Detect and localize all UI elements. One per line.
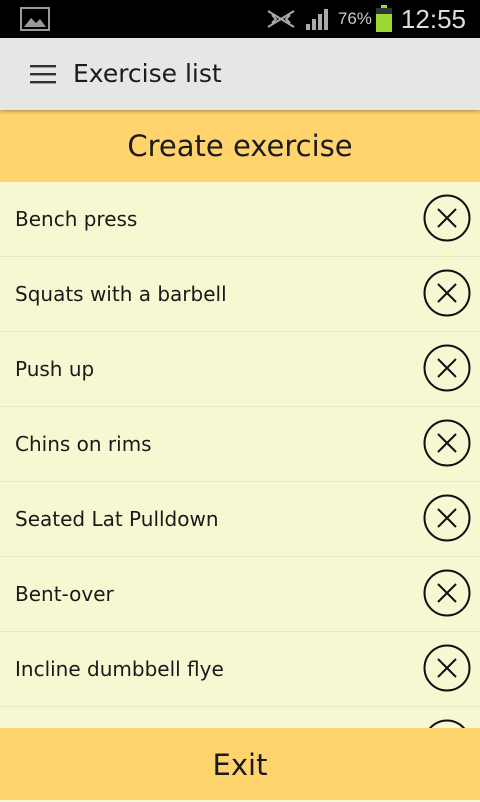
exercise-name: Bench press — [15, 207, 138, 231]
list-item[interactable]: Push up — [0, 332, 480, 407]
delete-icon[interactable] — [423, 419, 471, 467]
list-item[interactable]: Incline dumbbell flye — [0, 632, 480, 707]
list-item[interactable]: Bent-over — [0, 557, 480, 632]
delete-icon[interactable] — [423, 194, 471, 242]
exercise-name: Bent-over — [15, 582, 114, 606]
list-item[interactable]: Squats with a barbell — [0, 257, 480, 332]
signal-icon — [305, 9, 328, 30]
delete-icon[interactable] — [423, 269, 471, 317]
list-item[interactable] — [0, 707, 480, 728]
battery-percent: 76% — [337, 9, 372, 28]
delete-icon[interactable] — [423, 719, 471, 728]
status-bar: 76% 12:55 — [0, 0, 480, 38]
list-item[interactable]: Bench press — [0, 182, 480, 257]
create-exercise-button[interactable]: Create exercise — [0, 110, 480, 182]
delete-icon[interactable] — [423, 344, 471, 392]
exercise-name: Seated Lat Pulldown — [15, 507, 219, 531]
exercise-name: Incline dumbbell flye — [15, 657, 224, 681]
hamburger-menu-icon[interactable] — [30, 63, 56, 85]
delete-icon[interactable] — [423, 644, 471, 692]
battery-icon — [375, 5, 392, 32]
exit-button[interactable]: Exit — [0, 728, 480, 800]
status-icons: 76% 12:55 — [264, 0, 466, 38]
page-title: Exercise list — [73, 59, 222, 88]
list-item[interactable]: Seated Lat Pulldown — [0, 482, 480, 557]
action-bar: Exercise list — [0, 38, 480, 110]
delete-icon[interactable] — [423, 494, 471, 542]
exercise-list[interactable]: Bench press Squats with a barbell Push u… — [0, 182, 480, 728]
gallery-icon — [20, 7, 50, 31]
exercise-name: Chins on rims — [15, 432, 152, 456]
clock: 12:55 — [400, 3, 466, 34]
exercise-name: Squats with a barbell — [15, 282, 227, 306]
delete-icon[interactable] — [423, 569, 471, 617]
mute-icon — [267, 10, 295, 28]
exercise-name: Push up — [15, 357, 95, 381]
list-item[interactable]: Chins on rims — [0, 407, 480, 482]
